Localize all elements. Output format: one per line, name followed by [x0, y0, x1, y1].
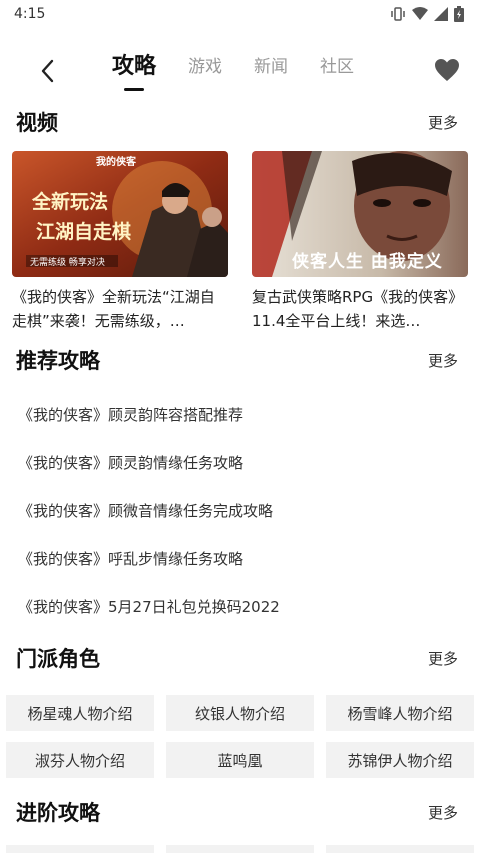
video-title[interactable]: 复古武侠策略RPG《我的侠客》11.4全平台上线！来选…	[252, 285, 468, 333]
advanced-section-title: 进阶攻略	[16, 801, 100, 825]
status-bar: 4:15	[0, 0, 480, 28]
vibrate-icon	[391, 7, 405, 21]
character-chip[interactable]: 蓝鸣凰	[166, 742, 314, 778]
character-chip[interactable]: 杨星魂人物介绍	[6, 695, 154, 731]
thumbnail-caption-text: 无需练级 畅享对决	[30, 258, 105, 268]
sects-section-header: 门派角色 更多	[0, 643, 480, 677]
video-section-title: 视频	[16, 111, 58, 135]
back-arrow-icon	[41, 59, 54, 83]
video-more-link[interactable]: 更多	[428, 107, 458, 139]
signal-icon	[434, 7, 448, 21]
heart-icon	[435, 59, 459, 81]
video-thumbnail[interactable]: 我的侠客 全新玩法 江湖自走棋 无需练级 畅享对决	[12, 151, 228, 277]
guides-more-link[interactable]: 更多	[428, 345, 458, 377]
advanced-chip-partial[interactable]	[166, 845, 314, 853]
thumbnail-slogan-text: 侠客人生 由我定义	[292, 252, 443, 272]
guides-section-title: 推荐攻略	[16, 349, 100, 373]
character-chip[interactable]: 纹银人物介绍	[166, 695, 314, 731]
favorite-button[interactable]	[434, 58, 462, 84]
back-button[interactable]	[30, 54, 64, 88]
tab-guides[interactable]: 攻略	[112, 52, 156, 92]
video-card[interactable]: 侠客人生 由我定义 复古武侠策略RPG《我的侠客》11.4全平台上线！来选…	[252, 151, 468, 333]
guide-list-item[interactable]: 《我的侠客》呼乱步情缘任务攻略	[18, 547, 243, 571]
guides-section-header: 推荐攻略 更多	[0, 345, 480, 379]
sects-section-title: 门派角色	[16, 647, 100, 671]
sects-more-link[interactable]: 更多	[428, 643, 458, 675]
guide-list-item[interactable]: 《我的侠客》顾微音情缘任务完成攻略	[18, 499, 273, 523]
tab-community[interactable]: 社区	[320, 52, 354, 92]
top-nav: 攻略 游戏 新闻 社区	[0, 44, 480, 96]
character-chip[interactable]: 苏锦伊人物介绍	[326, 742, 474, 778]
advanced-chip-partial[interactable]	[326, 845, 474, 853]
character-chip[interactable]: 淑芬人物介绍	[6, 742, 154, 778]
tab-games[interactable]: 游戏	[188, 52, 222, 92]
guide-list-item[interactable]: 《我的侠客》5月27日礼包兑换码2022	[18, 595, 280, 619]
tab-news[interactable]: 新闻	[254, 52, 288, 92]
video-section-header: 视频 更多	[0, 107, 480, 141]
status-time: 4:15	[14, 6, 46, 22]
video-card[interactable]: 我的侠客 全新玩法 江湖自走棋 无需练级 畅享对决 《我的侠客》全新玩法“江湖自…	[12, 151, 228, 333]
thumbnail-subheadline-text: 江湖自走棋	[36, 221, 132, 243]
advanced-chip-partial[interactable]	[6, 845, 154, 853]
battery-icon	[454, 6, 464, 22]
video-title[interactable]: 《我的侠客》全新玩法“江湖自走棋”来袭！无需练级，…	[12, 285, 228, 333]
advanced-section-header: 进阶攻略 更多	[0, 797, 480, 831]
tab-bar: 攻略 游戏 新闻 社区	[112, 52, 386, 92]
thumbnail-headline-text: 全新玩法	[32, 191, 109, 213]
thumbnail-logo-text: 我的侠客	[96, 157, 136, 168]
guide-list-item[interactable]: 《我的侠客》顾灵韵阵容搭配推荐	[18, 403, 243, 427]
wifi-icon	[412, 7, 428, 20]
character-chip[interactable]: 杨雪峰人物介绍	[326, 695, 474, 731]
advanced-more-link[interactable]: 更多	[428, 797, 458, 829]
video-thumbnail[interactable]: 侠客人生 由我定义	[252, 151, 468, 277]
guide-list-item[interactable]: 《我的侠客》顾灵韵情缘任务攻略	[18, 451, 243, 475]
status-icons	[390, 6, 464, 22]
